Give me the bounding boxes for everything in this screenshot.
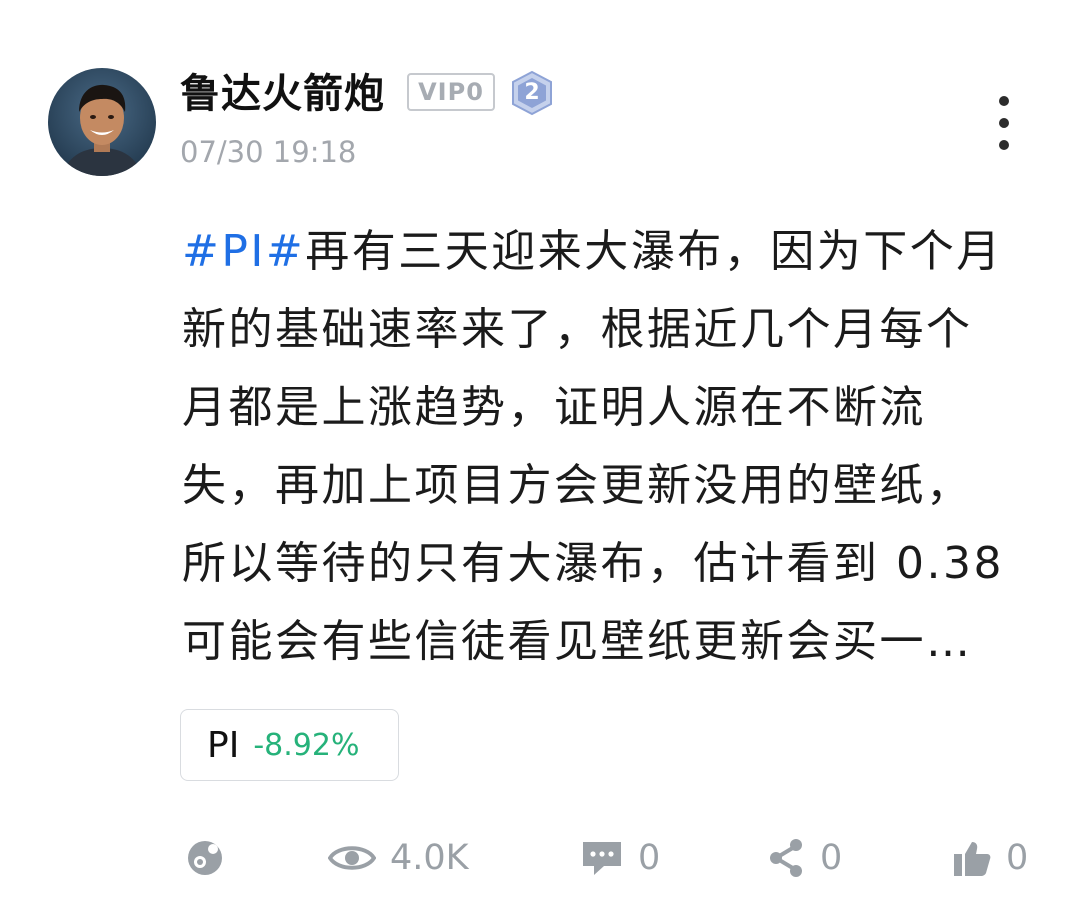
token-chip[interactable]: PI -8.92%	[180, 709, 399, 781]
level-number: 2	[524, 80, 540, 105]
comment-button[interactable]: 0	[580, 826, 660, 890]
post-content[interactable]: #PI#再有三天迎来大瀑布，因为下个月 新的基础速率来了，根据近几个月每个 月都…	[182, 213, 1028, 681]
share-count: 0	[820, 838, 843, 878]
avatar-photo-icon	[48, 68, 156, 176]
share-icon	[770, 839, 802, 877]
post-line: 月都是上涨趋势，证明人源在不断流	[182, 382, 926, 433]
token-symbol: PI	[207, 724, 240, 766]
repost-button[interactable]	[184, 826, 226, 890]
views-count: 4.0K	[390, 838, 469, 878]
token-change: -8.92%	[253, 727, 360, 763]
like-button[interactable]: 0	[952, 826, 1028, 890]
vip-badge: VIP0	[407, 73, 495, 111]
action-bar: 4.0K 0 0 0	[0, 826, 1080, 890]
post-text: 再有三天迎来大瀑布，因为下个月	[305, 226, 1003, 277]
post-line: 新的基础速率来了，根据近几个月每个	[182, 304, 973, 355]
views-counter: 4.0K	[328, 826, 469, 890]
like-count: 0	[1006, 838, 1029, 878]
more-dot	[999, 118, 1009, 128]
avatar[interactable]	[48, 68, 156, 176]
post-line: 可能会有些信徒看见壁纸更新会买一…	[182, 616, 973, 667]
more-options-icon[interactable]	[990, 96, 1018, 150]
post-line: 失，再加上项目方会更新没用的壁纸，	[182, 460, 973, 511]
author-name[interactable]: 鲁达火箭炮	[180, 66, 385, 122]
post-timestamp: 07/30 19:18	[180, 135, 357, 169]
post-line: 所以等待的只有大瀑布，估计看到 0.38	[182, 538, 1004, 589]
level-badge: 2	[510, 70, 554, 116]
share-button[interactable]: 0	[766, 826, 842, 890]
post-line: #PI#再有三天迎来大瀑布，因为下个月	[182, 213, 1028, 291]
hashtag-link[interactable]: #PI#	[182, 226, 305, 277]
more-dot	[999, 96, 1009, 106]
comment-icon	[583, 842, 621, 875]
eye-icon	[328, 846, 376, 870]
more-dot	[999, 140, 1009, 150]
comment-count: 0	[638, 838, 661, 878]
thumbs-up-icon	[954, 842, 991, 876]
repost-icon	[188, 841, 222, 875]
